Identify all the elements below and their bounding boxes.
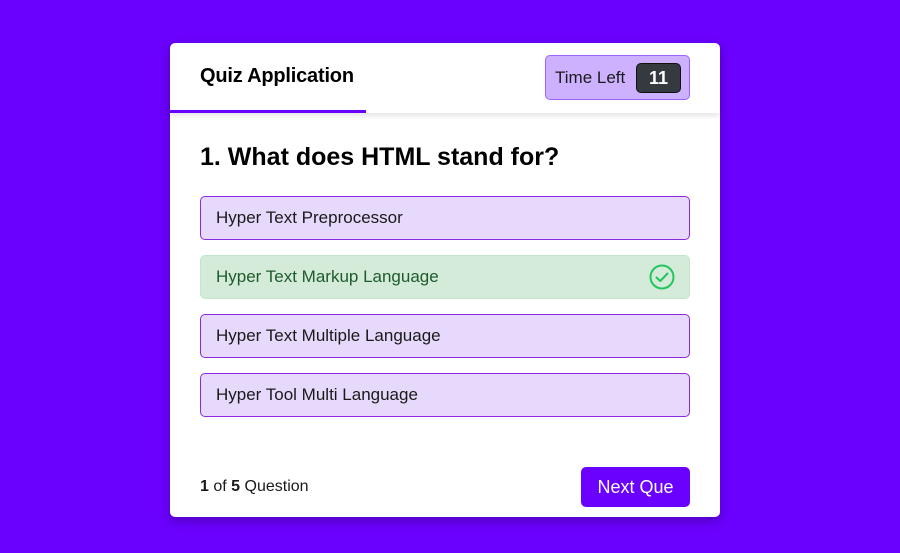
current-question-number: 1 xyxy=(200,478,209,495)
timer-count: 11 xyxy=(636,63,681,93)
option-label: Hyper Tool Multi Language xyxy=(216,385,418,404)
next-question-button[interactable]: Next Que xyxy=(581,467,690,507)
option-2-correct[interactable]: Hyper Text Markup Language xyxy=(200,255,690,299)
option-label: Hyper Text Preprocessor xyxy=(216,208,403,227)
option-label: Hyper Text Markup Language xyxy=(216,267,439,286)
check-circle-icon xyxy=(649,264,675,290)
quiz-header: Quiz Application Time Left 11 xyxy=(170,43,720,113)
option-4[interactable]: Hyper Tool Multi Language xyxy=(200,373,690,417)
progress-suffix: Question xyxy=(244,478,309,495)
title-underline xyxy=(170,110,366,113)
option-3[interactable]: Hyper Text Multiple Language xyxy=(200,314,690,358)
option-label: Hyper Text Multiple Language xyxy=(216,326,441,345)
question-section: 1. What does HTML stand for? Hyper Text … xyxy=(200,143,690,417)
quiz-card: Quiz Application Time Left 11 1. What do… xyxy=(170,43,720,517)
app-title: Quiz Application xyxy=(200,65,354,87)
question-text: 1. What does HTML stand for? xyxy=(200,143,560,171)
progress-of: of xyxy=(213,478,227,495)
quiz-footer: 1 of 5 Question Next Que xyxy=(200,467,690,507)
total-question-number: 5 xyxy=(231,478,241,495)
option-1[interactable]: Hyper Text Preprocessor xyxy=(200,196,690,240)
question-progress: 1 of 5 Question xyxy=(200,478,309,496)
timer: Time Left 11 xyxy=(545,55,690,100)
timer-label: Time Left xyxy=(555,68,626,87)
